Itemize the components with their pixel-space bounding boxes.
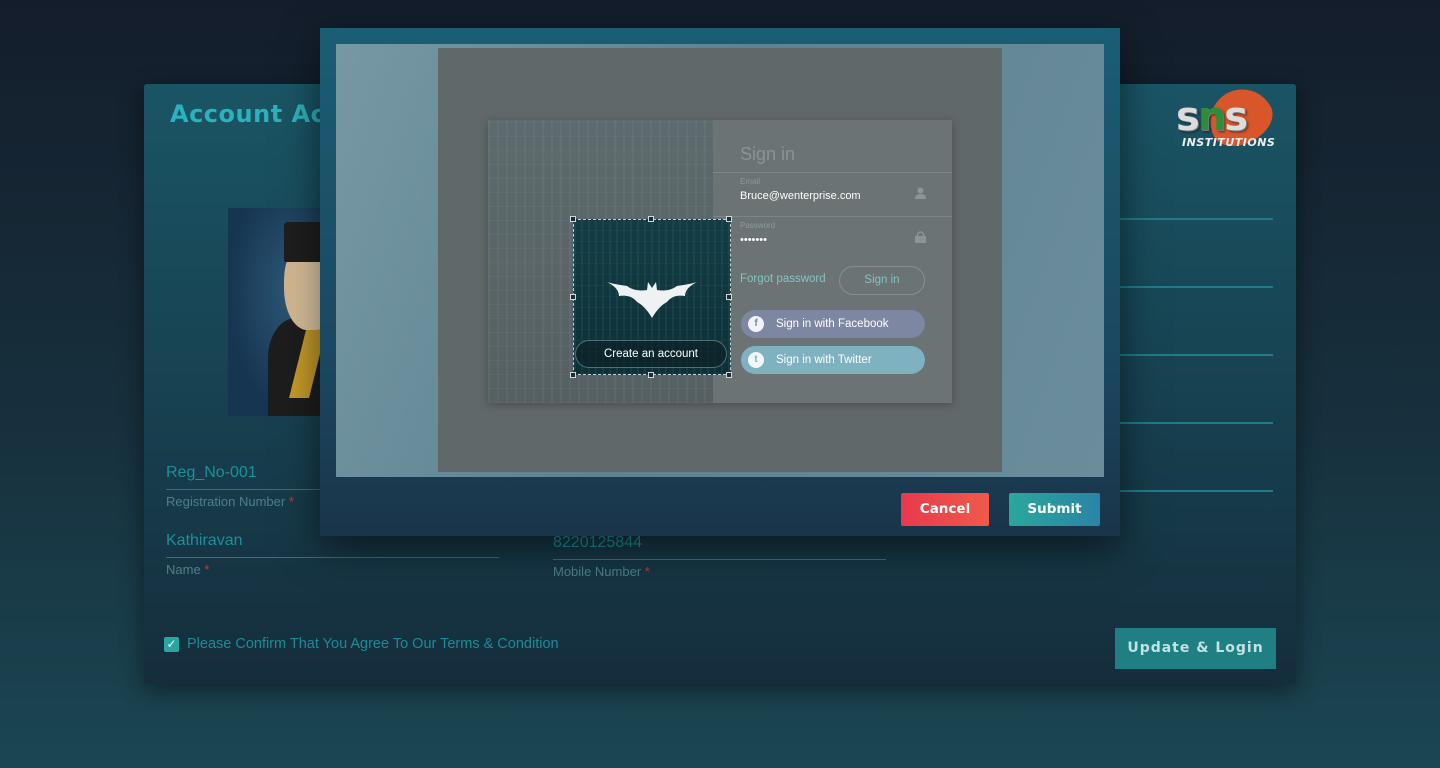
name-field: Kathiravan Name * bbox=[166, 532, 499, 577]
user-icon bbox=[915, 187, 926, 199]
terms-row: ✓ Please Confirm That You Agree To Our T… bbox=[164, 636, 559, 652]
name-label: Name * bbox=[166, 562, 210, 577]
image-signin-button: Sign in bbox=[839, 266, 925, 295]
right-field-line[interactable] bbox=[1120, 218, 1273, 220]
image-email-field: Email Bruce@wenterprise.com bbox=[713, 172, 952, 212]
update-login-button[interactable]: Update & Login bbox=[1115, 628, 1276, 669]
crop-handle-ne[interactable] bbox=[726, 216, 732, 222]
uploaded-image: Sign in Email Bruce@wenterprise.com Pass… bbox=[438, 48, 1002, 472]
logo-text: sns bbox=[1176, 94, 1248, 140]
mobile-input[interactable]: 8220125844 bbox=[553, 534, 886, 560]
right-field-line[interactable] bbox=[1120, 490, 1273, 492]
sns-logo: sns INSTITUTIONS bbox=[1174, 78, 1281, 156]
image-facebook-button: f Sign in with Facebook bbox=[741, 310, 925, 338]
image-login-card: Sign in Email Bruce@wenterprise.com Pass… bbox=[488, 120, 952, 403]
terms-checkbox[interactable]: ✓ bbox=[164, 636, 179, 652]
image-twitter-button: t Sign in with Twitter bbox=[741, 346, 925, 374]
right-field-line[interactable] bbox=[1120, 286, 1273, 288]
image-signin-title: Sign in bbox=[740, 144, 796, 164]
cancel-button[interactable]: Cancel bbox=[901, 493, 989, 526]
crop-canvas[interactable]: Sign in Email Bruce@wenterprise.com Pass… bbox=[336, 44, 1104, 477]
image-create-account-button: Create an account bbox=[575, 340, 727, 368]
crop-handle-n[interactable] bbox=[648, 216, 654, 222]
image-password-field: Password ••••••• bbox=[713, 216, 952, 256]
crop-handle-nw[interactable] bbox=[570, 216, 576, 222]
crop-selection-box[interactable]: Create an account bbox=[570, 216, 732, 378]
logo-subtitle: INSTITUTIONS bbox=[1182, 136, 1276, 149]
crop-handle-w[interactable] bbox=[570, 294, 576, 300]
crop-handle-se[interactable] bbox=[726, 372, 732, 378]
crop-modal: Sign in Email Bruce@wenterprise.com Pass… bbox=[320, 28, 1120, 536]
crop-handle-s[interactable] bbox=[648, 372, 654, 378]
mobile-label: Mobile Number * bbox=[553, 564, 650, 579]
bat-logo-icon bbox=[607, 282, 697, 318]
submit-button[interactable]: Submit bbox=[1009, 493, 1100, 526]
mobile-field: 8220125844 Mobile Number * bbox=[553, 534, 886, 579]
terms-text[interactable]: Please Confirm That You Agree To Our Ter… bbox=[187, 636, 559, 652]
avatar[interactable] bbox=[228, 208, 324, 416]
image-forgot-password: Forgot password bbox=[740, 273, 826, 285]
right-field-line[interactable] bbox=[1120, 354, 1273, 356]
right-field-line[interactable] bbox=[1120, 422, 1273, 424]
crop-handle-sw[interactable] bbox=[570, 372, 576, 378]
image-right-panel: Sign in Email Bruce@wenterprise.com Pass… bbox=[713, 120, 952, 403]
facebook-icon: f bbox=[748, 316, 764, 332]
twitter-icon: t bbox=[748, 352, 764, 368]
lock-icon bbox=[915, 231, 926, 243]
crop-handle-e[interactable] bbox=[726, 294, 732, 300]
